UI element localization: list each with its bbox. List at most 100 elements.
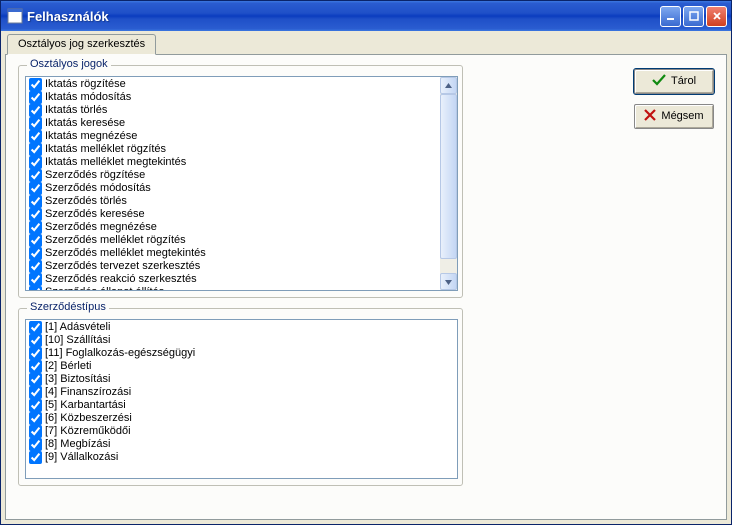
list-item[interactable]: Szerződés melléklet megtekintés: [28, 247, 440, 260]
list-item-checkbox[interactable]: [29, 347, 42, 360]
list-item-label: [11] Foglalkozás-egészségügyi: [45, 347, 195, 360]
list-item-label: Iktatás melléklet rögzítés: [45, 143, 166, 156]
list-item[interactable]: [10] Szállítási: [28, 334, 457, 347]
list-item[interactable]: [3] Biztosítási: [28, 373, 457, 386]
maximize-button[interactable]: [683, 6, 704, 27]
list-item-checkbox[interactable]: [29, 208, 42, 221]
client-area: Osztályos jog szerkesztés Osztályos jogo…: [1, 31, 731, 524]
list-item-label: Iktatás rögzítése: [45, 78, 126, 91]
list-item[interactable]: Szerződés megnézése: [28, 221, 440, 234]
list-item[interactable]: [5] Karbantartási: [28, 399, 457, 412]
titlebar: Felhasználók: [1, 1, 731, 31]
minimize-button[interactable]: [660, 6, 681, 27]
list-item[interactable]: Szerződés melléklet rögzítés: [28, 234, 440, 247]
list-item[interactable]: Iktatás törlés: [28, 104, 440, 117]
list-item[interactable]: [9] Vállalkozási: [28, 451, 457, 464]
list-item-label: [7] Közreműködői: [45, 425, 131, 438]
list-item[interactable]: Iktatás melléklet rögzítés: [28, 143, 440, 156]
list-item[interactable]: [2] Bérleti: [28, 360, 457, 373]
list-item-label: Szerződés törlés: [45, 195, 127, 208]
list-item[interactable]: Szerződés tervezet szerkesztés: [28, 260, 440, 273]
list-item[interactable]: Szerződés törlés: [28, 195, 440, 208]
list-item-label: [5] Karbantartási: [45, 399, 126, 412]
list-item-label: [2] Bérleti: [45, 360, 91, 373]
list-item-checkbox[interactable]: [29, 234, 42, 247]
tab-rights-edit[interactable]: Osztályos jog szerkesztés: [7, 34, 156, 55]
group-types: Szerződéstípus [1] Adásvételi[10] Szállí…: [18, 308, 463, 486]
x-icon: [644, 109, 656, 124]
list-item-checkbox[interactable]: [29, 104, 42, 117]
tab-page: Osztályos jogok Iktatás rögzítéseIktatás…: [5, 54, 727, 520]
list-item-checkbox[interactable]: [29, 91, 42, 104]
list-item-checkbox[interactable]: [29, 247, 42, 260]
list-item-checkbox[interactable]: [29, 78, 42, 91]
list-item-checkbox[interactable]: [29, 360, 42, 373]
list-item[interactable]: [11] Foglalkozás-egészségügyi: [28, 347, 457, 360]
list-item[interactable]: [7] Közreműködői: [28, 425, 457, 438]
list-item-label: Iktatás törlés: [45, 104, 107, 117]
list-item-checkbox[interactable]: [29, 169, 42, 182]
save-button-label: Tárol: [671, 76, 696, 87]
rights-list-box: Iktatás rögzítéseIktatás módosításIktatá…: [25, 76, 458, 291]
list-item-label: [10] Szállítási: [45, 334, 110, 347]
list-item[interactable]: [8] Megbízási: [28, 438, 457, 451]
list-item[interactable]: [6] Közbeszerzési: [28, 412, 457, 425]
cancel-button-label: Mégsem: [661, 111, 703, 122]
list-item-checkbox[interactable]: [29, 195, 42, 208]
list-item-label: Szerződés melléklet rögzítés: [45, 234, 186, 247]
list-item-label: Szerződés keresése: [45, 208, 145, 221]
list-item-checkbox[interactable]: [29, 117, 42, 130]
list-item-label: Szerződés reakció szerkesztés: [45, 273, 197, 286]
list-item-checkbox[interactable]: [29, 438, 42, 451]
list-item-checkbox[interactable]: [29, 334, 42, 347]
list-item[interactable]: Szerződés keresése: [28, 208, 440, 221]
scroll-thumb[interactable]: [440, 94, 457, 259]
group-types-legend: Szerződéstípus: [27, 301, 109, 313]
list-item[interactable]: Szerződés módosítás: [28, 182, 440, 195]
cancel-button[interactable]: Mégsem: [634, 104, 714, 129]
types-checklist[interactable]: [1] Adásvételi[10] Szállítási[11] Foglal…: [26, 320, 457, 478]
rights-scrollbar[interactable]: [440, 77, 457, 290]
list-item-checkbox[interactable]: [29, 143, 42, 156]
list-item-checkbox[interactable]: [29, 386, 42, 399]
list-item[interactable]: Szerződés rögzítése: [28, 169, 440, 182]
list-item-checkbox[interactable]: [29, 321, 42, 334]
types-list-box: [1] Adásvételi[10] Szállítási[11] Foglal…: [25, 319, 458, 479]
list-item-checkbox[interactable]: [29, 412, 42, 425]
list-item[interactable]: Iktatás keresése: [28, 117, 440, 130]
list-item-label: Iktatás keresése: [45, 117, 125, 130]
close-button[interactable]: [706, 6, 727, 27]
list-item-label: Szerződés állapot állítás: [45, 286, 164, 290]
list-item[interactable]: Iktatás melléklet megtekintés: [28, 156, 440, 169]
list-item[interactable]: [1] Adásvételi: [28, 321, 457, 334]
list-item-checkbox[interactable]: [29, 260, 42, 273]
list-item[interactable]: Iktatás módosítás: [28, 91, 440, 104]
window-title: Felhasználók: [27, 9, 660, 24]
list-item-checkbox[interactable]: [29, 273, 42, 286]
app-window: Felhasználók Osztályos jog szerkesztés O…: [0, 0, 732, 525]
list-item[interactable]: Szerződés állapot állítás: [28, 286, 440, 290]
scroll-up-button[interactable]: [440, 77, 457, 94]
list-item-label: [9] Vállalkozási: [45, 451, 118, 464]
scroll-track[interactable]: [440, 94, 457, 273]
list-item-checkbox[interactable]: [29, 182, 42, 195]
list-item-checkbox[interactable]: [29, 373, 42, 386]
save-button[interactable]: Tárol: [634, 69, 714, 94]
list-item[interactable]: Iktatás megnézése: [28, 130, 440, 143]
list-item-checkbox[interactable]: [29, 425, 42, 438]
list-item-checkbox[interactable]: [29, 156, 42, 169]
list-item-label: Iktatás megnézése: [45, 130, 137, 143]
list-item-checkbox[interactable]: [29, 399, 42, 412]
check-icon: [652, 74, 666, 89]
list-item[interactable]: [4] Finanszírozási: [28, 386, 457, 399]
list-item[interactable]: Iktatás rögzítése: [28, 78, 440, 91]
list-item[interactable]: Szerződés reakció szerkesztés: [28, 273, 440, 286]
list-item-checkbox[interactable]: [29, 221, 42, 234]
list-item-label: Szerződés módosítás: [45, 182, 151, 195]
tab-label: Osztályos jog szerkesztés: [18, 38, 145, 50]
list-item-checkbox[interactable]: [29, 286, 42, 290]
scroll-down-button[interactable]: [440, 273, 457, 290]
list-item-checkbox[interactable]: [29, 451, 42, 464]
rights-checklist[interactable]: Iktatás rögzítéseIktatás módosításIktatá…: [26, 77, 440, 290]
list-item-checkbox[interactable]: [29, 130, 42, 143]
